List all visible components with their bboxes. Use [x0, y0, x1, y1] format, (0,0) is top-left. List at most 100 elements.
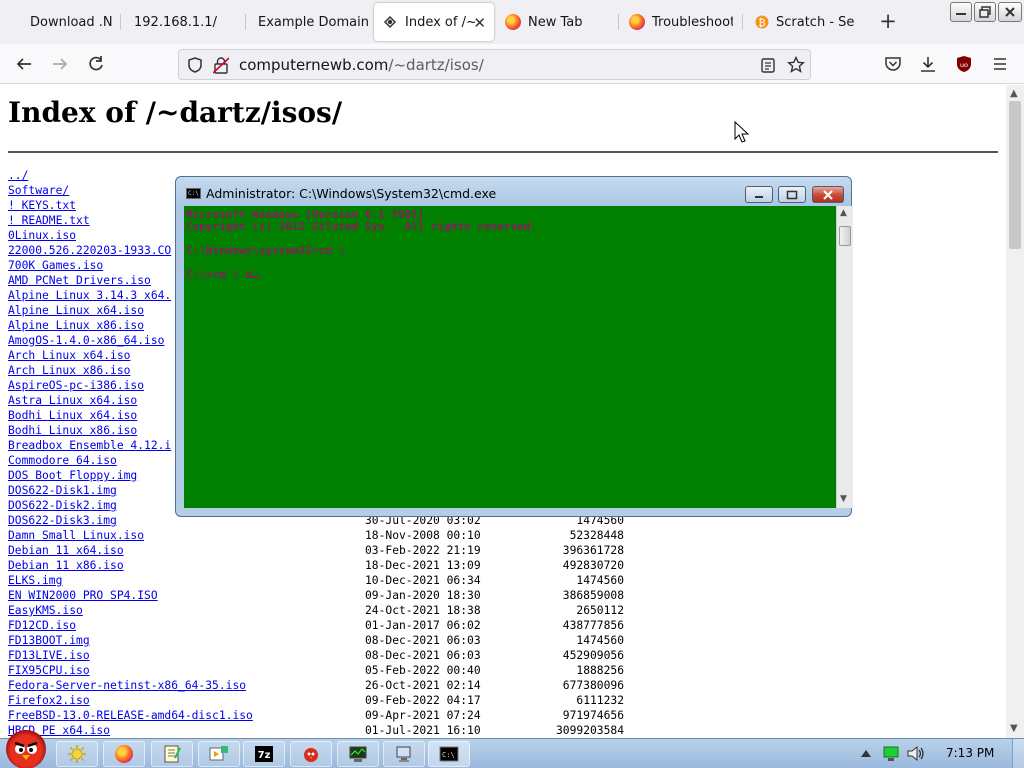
- file-link[interactable]: FD13BOOT.img: [8, 634, 90, 647]
- file-link[interactable]: 700K Games.iso: [8, 259, 103, 272]
- downloads-button[interactable]: [916, 52, 940, 76]
- tab-router[interactable]: 192.168.1.1/: [134, 3, 234, 41]
- bookmark-star-icon[interactable]: [787, 56, 805, 74]
- file-link[interactable]: DOS622-Disk3.img: [8, 514, 117, 527]
- insecure-lock-icon[interactable]: [213, 57, 229, 74]
- file-link[interactable]: Firefox2.iso: [8, 694, 90, 707]
- ublock-origin-button[interactable]: uo: [952, 52, 976, 76]
- app-menu-button[interactable]: [988, 52, 1012, 76]
- scroll-down-icon[interactable]: ▼: [840, 494, 847, 504]
- url-text[interactable]: computernewb.com/~dartz/isos/: [239, 56, 484, 74]
- forward-button[interactable]: [48, 52, 72, 76]
- file-link[interactable]: Commodore 64.iso: [8, 454, 117, 467]
- file-link[interactable]: Alpine Linux x64.iso: [8, 304, 144, 317]
- scroll-up-icon[interactable]: ▲: [840, 208, 847, 218]
- file-link[interactable]: EN WIN2000 PRO SP4.ISO: [8, 589, 158, 602]
- file-link[interactable]: AspireOS-pc-i386.iso: [8, 379, 144, 392]
- file-link[interactable]: ELKS.img: [8, 574, 62, 587]
- file-link[interactable]: Debian 11 x64.iso: [8, 544, 124, 557]
- taskbar-media-player[interactable]: [198, 741, 240, 767]
- file-link[interactable]: Alpine Linux x86.iso: [8, 319, 144, 332]
- file-link[interactable]: ../: [8, 169, 28, 182]
- file-link[interactable]: Debian 11 x86.iso: [8, 559, 124, 572]
- taskbar-network[interactable]: [383, 741, 425, 767]
- tab-download-dotnet[interactable]: Download .NE: [30, 3, 112, 41]
- cmd-console[interactable]: Microsoft Windows [Version 6.1.7601] Copy…: [184, 206, 836, 508]
- restore-button[interactable]: [974, 2, 996, 22]
- file-link[interactable]: AMD PCNet Drivers.iso: [8, 274, 151, 287]
- close-tab-icon[interactable]: ✕: [473, 14, 486, 32]
- taskbar-cmd[interactable]: C:\: [428, 741, 470, 767]
- shield-icon[interactable]: [188, 57, 202, 73]
- file-link[interactable]: FD12CD.iso: [8, 619, 76, 632]
- file-date: 01-Jan-2017 06:02: [365, 619, 481, 632]
- cmd-close-button[interactable]: [812, 186, 844, 203]
- show-hidden-icons-icon[interactable]: [860, 748, 872, 758]
- reload-icon: [89, 56, 103, 71]
- file-link[interactable]: FD13LIVE.iso: [8, 649, 90, 662]
- scrollbar-thumb[interactable]: [839, 226, 851, 246]
- file-link[interactable]: Bodhi Linux x86.iso: [8, 424, 137, 437]
- show-desktop-button[interactable]: [1012, 739, 1024, 768]
- network-status-icon[interactable]: [882, 745, 900, 762]
- file-link[interactable]: Fedora-Server-netinst-x86_64-35.iso: [8, 679, 246, 692]
- file-link[interactable]: Breadbox Ensemble 4.12.i: [8, 439, 171, 452]
- file-link[interactable]: AmogOS-1.4.0-x86_64.iso: [8, 334, 164, 347]
- tab-new-tab[interactable]: New Tab: [505, 3, 615, 41]
- taskbar-task-manager[interactable]: [337, 741, 379, 767]
- reader-view-icon[interactable]: [761, 58, 775, 73]
- file-link[interactable]: FreeBSD-13.0-RELEASE-amd64-disc1.iso: [8, 709, 253, 722]
- file-link[interactable]: DOS622-Disk2.img: [8, 499, 117, 512]
- file-link[interactable]: Software/: [8, 184, 69, 197]
- reload-button[interactable]: [84, 52, 108, 76]
- cmd-minimize-button[interactable]: [745, 186, 773, 203]
- cmd-scrollbar[interactable]: ▲ ▼: [836, 206, 853, 508]
- file-date: 09-Jan-2020 18:30: [365, 589, 481, 602]
- cmd-window[interactable]: C:\ Administrator: C:\Windows\System32\c…: [175, 176, 853, 517]
- file-size: 396361728: [562, 544, 624, 557]
- file-link[interactable]: Bodhi Linux x64.iso: [8, 409, 137, 422]
- taskbar-explorer[interactable]: [56, 741, 98, 767]
- cmd-maximize-button[interactable]: [778, 186, 806, 203]
- page-scrollbar[interactable]: ▲ ▼: [1006, 85, 1024, 738]
- file-link[interactable]: ! KEYS.txt: [8, 199, 76, 212]
- new-tab-button[interactable]: +: [875, 9, 901, 35]
- file-link[interactable]: Arch Linux x64.iso: [8, 349, 130, 362]
- file-link[interactable]: EasyKMS.iso: [8, 604, 83, 617]
- taskbar-notepad[interactable]: [151, 741, 193, 767]
- file-link[interactable]: Arch Linux x86.iso: [8, 364, 130, 377]
- scroll-up-icon[interactable]: ▲: [1010, 88, 1018, 99]
- taskbar-clock[interactable]: 7:13 PM: [946, 746, 994, 760]
- minimize-button[interactable]: [950, 2, 972, 22]
- volume-icon[interactable]: [906, 745, 926, 762]
- file-link[interactable]: FIX95CPU.iso: [8, 664, 90, 677]
- address-bar[interactable]: computernewb.com/~dartz/isos/: [178, 49, 811, 80]
- taskbar-firefox[interactable]: [103, 741, 145, 767]
- back-button[interactable]: [12, 52, 36, 76]
- file-link[interactable]: ! README.txt: [8, 214, 90, 227]
- file-link[interactable]: 0Linux.iso: [8, 229, 76, 242]
- tab-troubleshooting[interactable]: Troubleshooti: [629, 3, 733, 41]
- file-date: 05-Feb-2022 00:40: [365, 664, 481, 677]
- cmd-title-bar[interactable]: C:\ Administrator: C:\Windows\System32\c…: [176, 177, 851, 205]
- file-link[interactable]: DOS Boot Floppy.img: [8, 469, 137, 482]
- scroll-down-icon[interactable]: ▼: [1010, 723, 1018, 734]
- taskbar-7zip[interactable]: 7z: [243, 741, 285, 767]
- file-link[interactable]: DOS622-Disk1.img: [8, 484, 117, 497]
- tab-index-of[interactable]: Index of /~ ✕: [374, 3, 494, 41]
- firefox-icon: [505, 14, 521, 30]
- taskbar-angry-birds[interactable]: [290, 741, 332, 767]
- cmd-line: C:\Windows\system32>cd \: [186, 244, 345, 257]
- scrollbar-thumb[interactable]: [1009, 101, 1021, 249]
- tab-example-domain[interactable]: Example Domain: [258, 3, 368, 41]
- tab-scratch-search[interactable]: ₿ Scratch - Sear: [755, 3, 855, 41]
- file-link[interactable]: Damn Small Linux.iso: [8, 529, 144, 542]
- file-date: 18-Dec-2021 13:09: [365, 559, 481, 572]
- file-link[interactable]: Astra Linux x64.iso: [8, 394, 137, 407]
- file-link[interactable]: 22000.526.220203-1933.CO: [8, 244, 171, 257]
- tab-title: 192.168.1.1/: [134, 14, 217, 30]
- pocket-button[interactable]: [881, 52, 905, 76]
- file-link[interactable]: Alpine Linux 3.14.3 x64.: [8, 289, 171, 302]
- close-window-button[interactable]: [998, 2, 1022, 22]
- start-button[interactable]: [6, 729, 46, 768]
